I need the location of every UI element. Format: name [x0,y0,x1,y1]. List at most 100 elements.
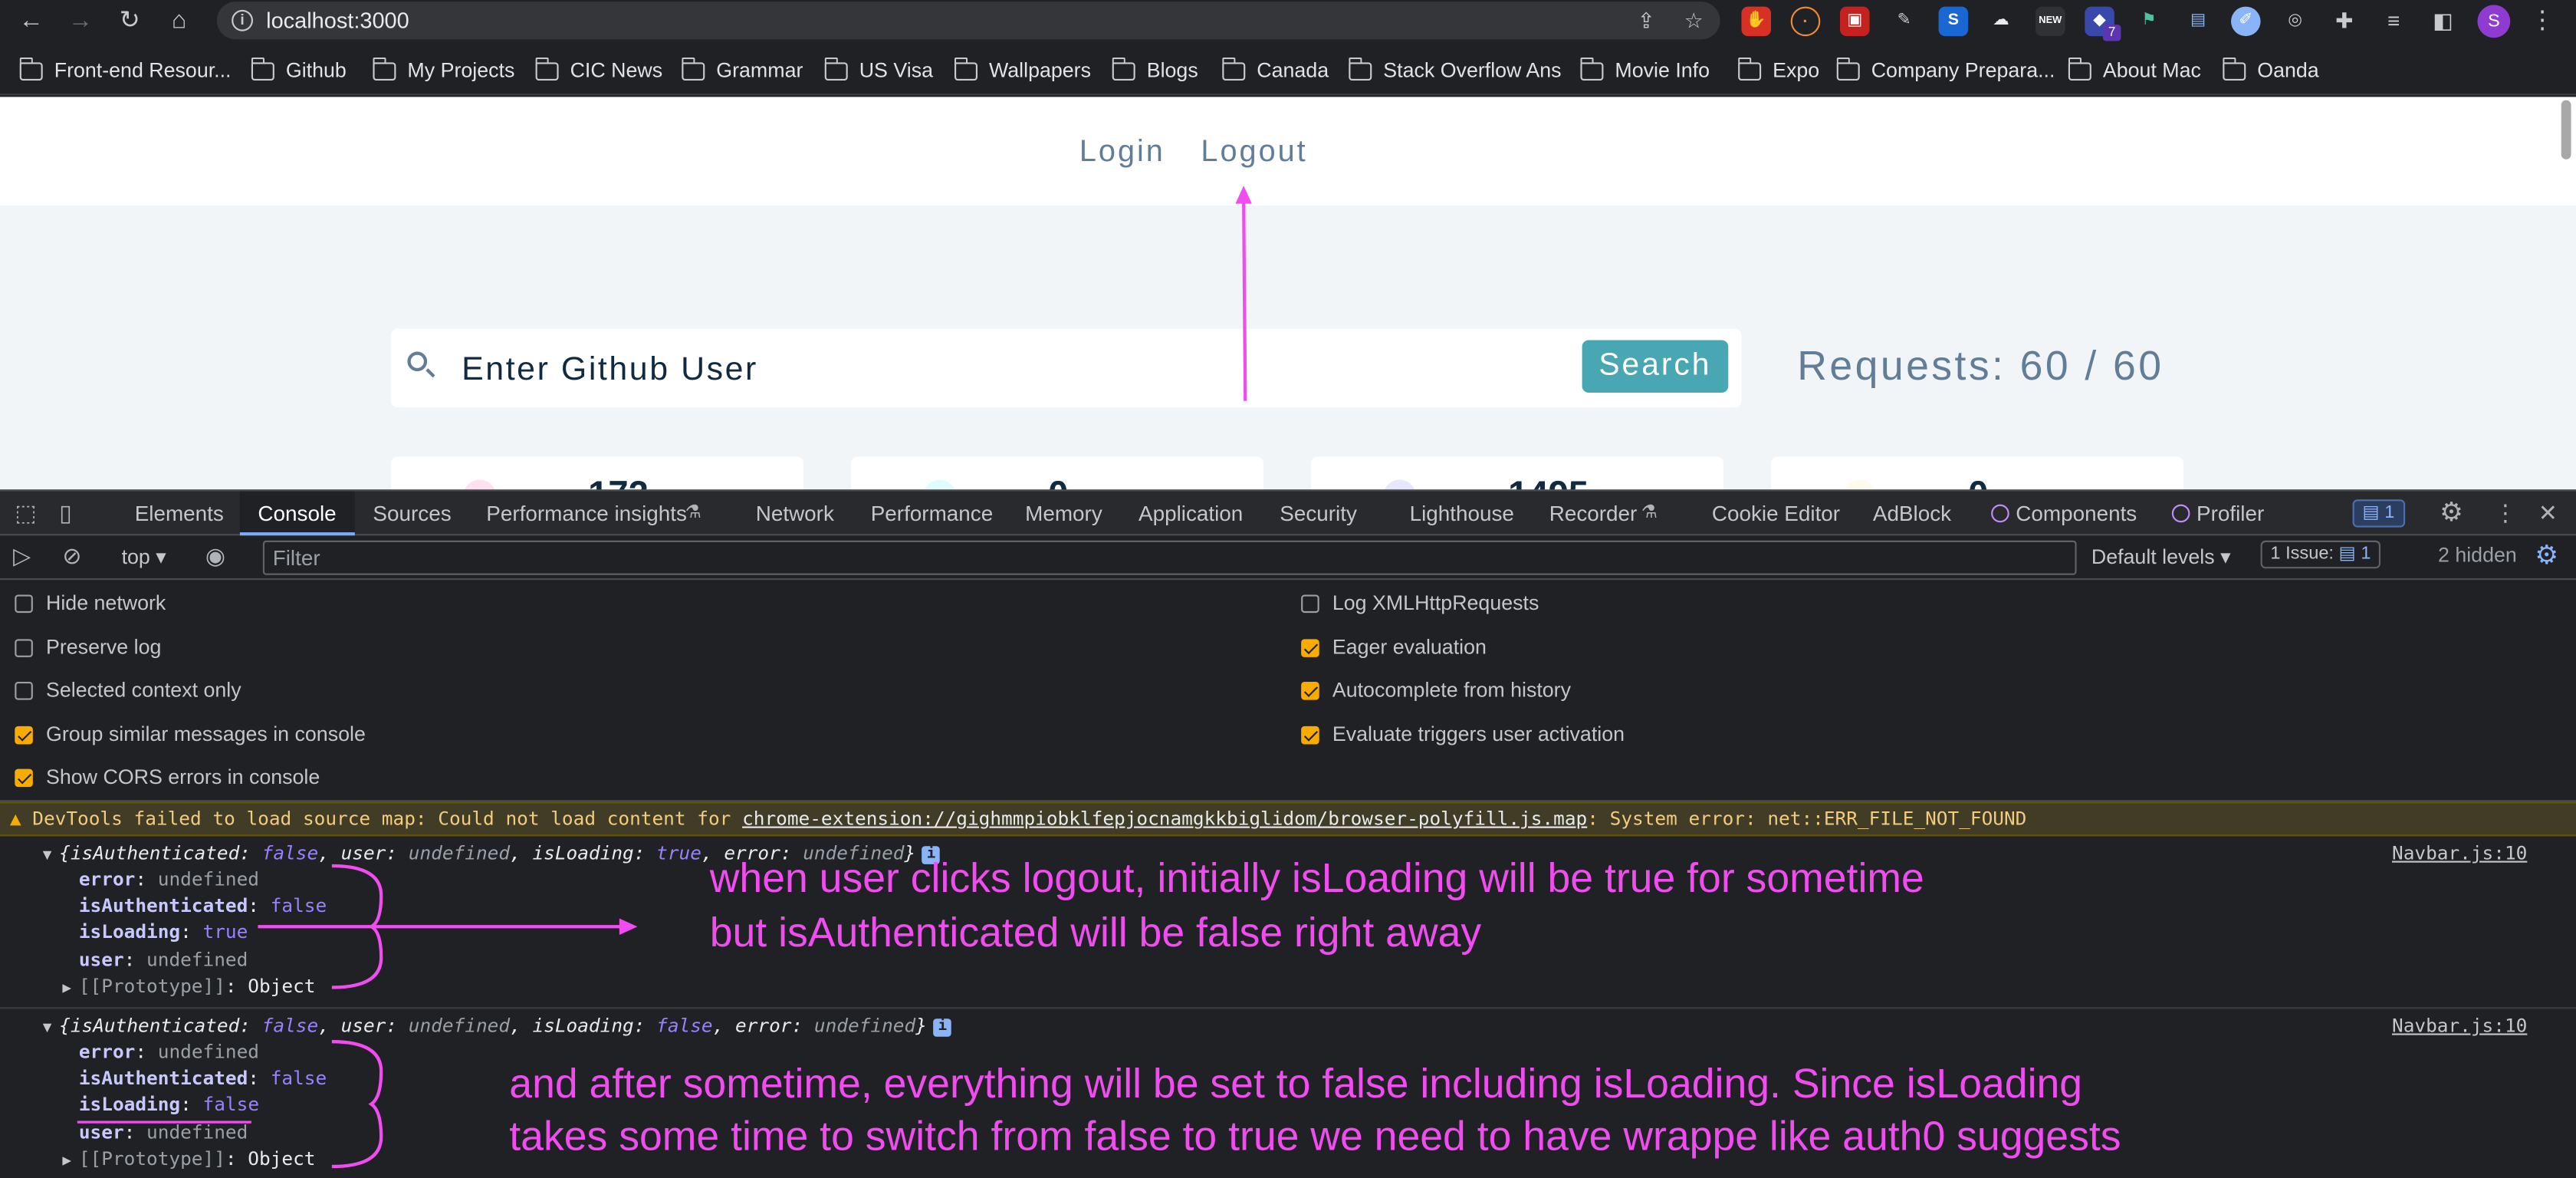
forward-icon[interactable]: → [62,3,98,39]
bookmark-item[interactable]: Movie Info [1579,56,1710,86]
tab-cookie-editor[interactable]: Cookie Editor [1712,492,1840,536]
tab-components[interactable]: Components [1991,492,2137,536]
tab-application[interactable]: Application [1138,492,1243,536]
tab-security[interactable]: Security [1280,492,1357,536]
setting-autocomplete[interactable]: Autocomplete from history [1301,679,1571,702]
setting-preserve-log[interactable]: Preserve log [15,636,161,659]
reload-icon[interactable]: ↻ [112,3,148,39]
bookmark-item[interactable]: Expo [1737,56,1819,86]
checkbox[interactable] [15,725,33,744]
setting-group-similar[interactable]: Group similar messages in console [15,723,366,746]
bookmark-item[interactable]: Grammar [681,56,803,86]
prototype-row[interactable]: ▶ [[Prototype]]: Object [62,1147,315,1170]
tab-adblock[interactable]: AdBlock [1873,492,1951,536]
share-icon[interactable]: ⇪ [1630,5,1663,38]
issues-button[interactable]: 1 Issue: ▤ 1 [2260,540,2381,569]
tab-performance-insights[interactable]: Performance insights [486,492,687,536]
inspect-element-icon[interactable]: ⬚ [15,492,36,536]
logout-link[interactable]: Logout [1201,133,1307,169]
bookmark-item[interactable]: Company Prepara... [1835,56,2055,86]
chrome-menu-icon[interactable]: ⋮ [2530,3,2555,39]
checkbox[interactable] [1301,638,1319,656]
source-link[interactable]: Navbar.js:10 [2392,1014,2527,1037]
close-icon[interactable]: ✕ [2538,492,2558,536]
setting-selected-context[interactable]: Selected context only [15,679,242,702]
info-icon[interactable]: i [933,1018,952,1037]
extension-adblock-icon[interactable]: ✋ [1741,6,1771,37]
checkbox[interactable] [1301,680,1319,699]
bookmark-item[interactable]: Oanda [2222,56,2319,86]
tab-memory[interactable]: Memory [1025,492,1102,536]
setting-log-xhr[interactable]: Log XMLHttpRequests [1301,591,1539,614]
checkbox[interactable] [15,638,33,656]
object-summary[interactable]: ▼ {isAuthenticated: false, user: undefine… [43,1014,952,1037]
collapse-triangle-icon[interactable]: ▼ [43,1020,59,1036]
device-toolbar-icon[interactable]: ▯ [59,492,72,536]
filter-input[interactable]: Filter [262,540,2077,575]
tab-sources[interactable]: Sources [373,492,451,536]
search-button[interactable]: Search [1582,340,1729,393]
bookmark-item[interactable]: Canada [1221,56,1329,86]
eye-icon[interactable]: ◉ [205,534,225,578]
bookmark-item[interactable]: Github [251,56,347,86]
bookmark-item[interactable]: US Visa [823,56,933,86]
bookmark-item[interactable]: Wallpapers [954,56,1091,86]
setting-hide-network[interactable]: Hide network [15,591,166,614]
github-user-input[interactable] [462,350,1546,390]
expand-triangle-icon[interactable]: ▶ [62,981,78,997]
bookmark-item[interactable]: Front-end Resour... [18,56,232,86]
checkbox[interactable] [15,680,33,699]
tab-console[interactable]: Console [239,491,355,536]
extensions-puzzle-icon[interactable]: ✚ [2330,7,2360,37]
source-link[interactable]: Navbar.js:10 [2392,841,2527,864]
bookmark-item[interactable]: About Mac [2068,56,2201,86]
back-icon[interactable]: ← [13,3,49,39]
login-link[interactable]: Login [1079,133,1165,169]
tab-recorder[interactable]: Recorder [1549,492,1638,536]
media-controls-icon[interactable]: ≡ [2379,7,2409,37]
bookmark-item[interactable]: Blogs [1111,56,1198,86]
extension-red-icon[interactable]: ▣ [1840,6,1870,37]
settings-gear-icon[interactable]: ⚙ [2440,492,2463,536]
messages-badge[interactable]: ▤ 1 [2352,499,2405,528]
clear-console-icon[interactable]: ⊘ [62,534,81,578]
extension-s-icon[interactable]: S [1938,6,1969,37]
bookmark-item[interactable]: Stack Overflow Ans [1348,56,1562,86]
bookmark-item[interactable]: CIC News [534,56,662,86]
tab-network[interactable]: Network [756,492,834,536]
bookmark-item[interactable]: My Projects [372,56,514,86]
setting-cors-errors[interactable]: Show CORS errors in console [15,765,320,788]
site-info-icon[interactable]: i [232,9,253,31]
devtools-menu-icon[interactable]: ⋮ [2494,492,2517,536]
context-selector[interactable]: top ▾ [122,544,166,568]
checkbox[interactable] [1301,594,1319,612]
address-bar[interactable]: i localhost:3000 ⇪ ☆ [216,2,1720,40]
bookmark-star-icon[interactable]: ☆ [1677,5,1710,38]
checkbox[interactable] [1301,725,1319,744]
tab-performance[interactable]: Performance [871,492,993,536]
tab-profiler[interactable]: Profiler [2171,492,2264,536]
extension-screen-icon[interactable]: ▤ [2183,7,2213,37]
profile-avatar[interactable]: S [2477,5,2511,38]
extension-pen-icon[interactable]: ✐ [2231,6,2261,37]
sidebar-toggle-icon[interactable]: ▷ [13,534,31,578]
prototype-row[interactable]: ▶ [[Prototype]]: Object [62,974,315,997]
extension-globe-icon[interactable]: ◎ [2280,7,2310,37]
expand-triangle-icon[interactable]: ▶ [62,1153,78,1170]
extension-new-icon[interactable]: NEW [2036,6,2065,37]
checkbox[interactable] [15,768,33,787]
setting-eval-triggers[interactable]: Evaluate triggers user activation [1301,723,1625,746]
extension-cloud-icon[interactable]: ☁ [1986,7,2016,37]
tab-lighthouse[interactable]: Lighthouse [1410,492,1514,536]
tab-elements[interactable]: Elements [135,492,224,536]
checkbox[interactable] [15,594,33,612]
page-scrollbar[interactable] [2561,100,2571,160]
side-panel-icon[interactable]: ◧ [2428,7,2458,37]
source-map-link[interactable]: chrome-extension://gighmmpiobklfepjocnam… [742,807,1587,830]
home-icon[interactable]: ⌂ [161,3,197,39]
extension-eyedropper-icon[interactable]: ✎ [1889,7,1919,37]
extension-bird-icon[interactable]: ⚑ [2134,7,2164,37]
console-settings-icon[interactable]: ⚙ [2535,534,2558,578]
log-levels-dropdown[interactable]: Default levels ▾ [2091,544,2231,568]
setting-eager-eval[interactable]: Eager evaluation [1301,636,1487,659]
